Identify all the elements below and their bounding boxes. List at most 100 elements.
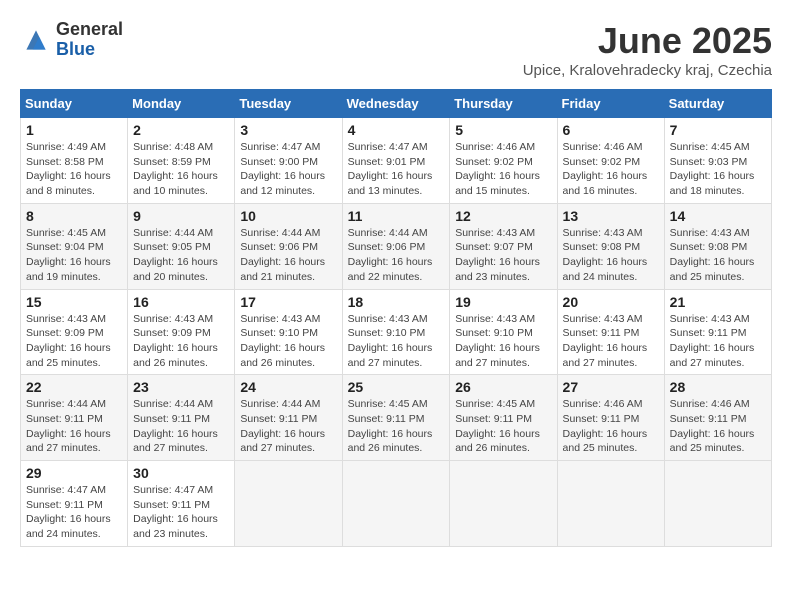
col-monday: Monday (128, 90, 235, 118)
day-info: Sunrise: 4:47 AMSunset: 9:11 PMDaylight:… (133, 484, 218, 540)
day-info: Sunrise: 4:45 AMSunset: 9:11 PMDaylight:… (455, 398, 540, 454)
logo-icon (20, 24, 52, 56)
calendar-cell: 12 Sunrise: 4:43 AMSunset: 9:07 PMDaylig… (450, 203, 557, 289)
day-info: Sunrise: 4:48 AMSunset: 8:59 PMDaylight:… (133, 141, 218, 197)
month-title: June 2025 (523, 20, 772, 62)
calendar-cell (450, 461, 557, 547)
calendar-cell: 14 Sunrise: 4:43 AMSunset: 9:08 PMDaylig… (664, 203, 771, 289)
day-number: 15 (26, 294, 122, 310)
day-info: Sunrise: 4:46 AMSunset: 9:02 PMDaylight:… (563, 141, 648, 197)
day-number: 20 (563, 294, 659, 310)
day-info: Sunrise: 4:43 AMSunset: 9:10 PMDaylight:… (348, 313, 433, 369)
calendar-cell: 6 Sunrise: 4:46 AMSunset: 9:02 PMDayligh… (557, 118, 664, 204)
day-number: 2 (133, 122, 229, 138)
logo-text: General Blue (56, 20, 123, 60)
day-number: 21 (670, 294, 766, 310)
day-info: Sunrise: 4:44 AMSunset: 9:05 PMDaylight:… (133, 227, 218, 283)
col-friday: Friday (557, 90, 664, 118)
day-info: Sunrise: 4:43 AMSunset: 9:09 PMDaylight:… (133, 313, 218, 369)
calendar-cell (557, 461, 664, 547)
day-number: 9 (133, 208, 229, 224)
calendar-cell: 8 Sunrise: 4:45 AMSunset: 9:04 PMDayligh… (21, 203, 128, 289)
day-number: 16 (133, 294, 229, 310)
col-saturday: Saturday (664, 90, 771, 118)
day-info: Sunrise: 4:43 AMSunset: 9:09 PMDaylight:… (26, 313, 111, 369)
calendar-cell: 3 Sunrise: 4:47 AMSunset: 9:00 PMDayligh… (235, 118, 342, 204)
calendar-cell: 25 Sunrise: 4:45 AMSunset: 9:11 PMDaylig… (342, 375, 450, 461)
day-info: Sunrise: 4:44 AMSunset: 9:06 PMDaylight:… (348, 227, 433, 283)
day-info: Sunrise: 4:45 AMSunset: 9:03 PMDaylight:… (670, 141, 755, 197)
logo-blue: Blue (56, 40, 123, 60)
calendar-cell: 4 Sunrise: 4:47 AMSunset: 9:01 PMDayligh… (342, 118, 450, 204)
col-wednesday: Wednesday (342, 90, 450, 118)
location-subtitle: Upice, Kralovehradecky kraj, Czechia (523, 62, 772, 79)
day-number: 7 (670, 122, 766, 138)
day-info: Sunrise: 4:47 AMSunset: 9:01 PMDaylight:… (348, 141, 433, 197)
calendar-cell: 19 Sunrise: 4:43 AMSunset: 9:10 PMDaylig… (450, 289, 557, 375)
day-info: Sunrise: 4:44 AMSunset: 9:06 PMDaylight:… (240, 227, 325, 283)
day-number: 6 (563, 122, 659, 138)
calendar-table: Sunday Monday Tuesday Wednesday Thursday… (20, 89, 772, 547)
page-header: General Blue June 2025 Upice, Kralovehra… (20, 20, 772, 79)
calendar-cell: 17 Sunrise: 4:43 AMSunset: 9:10 PMDaylig… (235, 289, 342, 375)
calendar-cell: 10 Sunrise: 4:44 AMSunset: 9:06 PMDaylig… (235, 203, 342, 289)
calendar-row: 8 Sunrise: 4:45 AMSunset: 9:04 PMDayligh… (21, 203, 772, 289)
day-info: Sunrise: 4:49 AMSunset: 8:58 PMDaylight:… (26, 141, 111, 197)
day-number: 30 (133, 465, 229, 481)
day-info: Sunrise: 4:43 AMSunset: 9:08 PMDaylight:… (563, 227, 648, 283)
day-info: Sunrise: 4:46 AMSunset: 9:02 PMDaylight:… (455, 141, 540, 197)
day-number: 24 (240, 379, 336, 395)
calendar-cell: 27 Sunrise: 4:46 AMSunset: 9:11 PMDaylig… (557, 375, 664, 461)
day-number: 13 (563, 208, 659, 224)
day-info: Sunrise: 4:43 AMSunset: 9:10 PMDaylight:… (455, 313, 540, 369)
day-number: 17 (240, 294, 336, 310)
day-number: 1 (26, 122, 122, 138)
day-info: Sunrise: 4:44 AMSunset: 9:11 PMDaylight:… (133, 398, 218, 454)
day-number: 8 (26, 208, 122, 224)
calendar-cell (235, 461, 342, 547)
day-info: Sunrise: 4:43 AMSunset: 9:11 PMDaylight:… (670, 313, 755, 369)
col-thursday: Thursday (450, 90, 557, 118)
logo: General Blue (20, 20, 123, 60)
day-info: Sunrise: 4:43 AMSunset: 9:11 PMDaylight:… (563, 313, 648, 369)
calendar-cell: 2 Sunrise: 4:48 AMSunset: 8:59 PMDayligh… (128, 118, 235, 204)
calendar-cell: 30 Sunrise: 4:47 AMSunset: 9:11 PMDaylig… (128, 461, 235, 547)
calendar-cell: 22 Sunrise: 4:44 AMSunset: 9:11 PMDaylig… (21, 375, 128, 461)
day-info: Sunrise: 4:45 AMSunset: 9:11 PMDaylight:… (348, 398, 433, 454)
calendar-cell: 20 Sunrise: 4:43 AMSunset: 9:11 PMDaylig… (557, 289, 664, 375)
day-number: 23 (133, 379, 229, 395)
calendar-cell: 9 Sunrise: 4:44 AMSunset: 9:05 PMDayligh… (128, 203, 235, 289)
day-info: Sunrise: 4:47 AMSunset: 9:00 PMDaylight:… (240, 141, 325, 197)
title-area: June 2025 Upice, Kralovehradecky kraj, C… (523, 20, 772, 79)
calendar-cell: 28 Sunrise: 4:46 AMSunset: 9:11 PMDaylig… (664, 375, 771, 461)
calendar-cell: 5 Sunrise: 4:46 AMSunset: 9:02 PMDayligh… (450, 118, 557, 204)
day-number: 12 (455, 208, 551, 224)
calendar-cell: 29 Sunrise: 4:47 AMSunset: 9:11 PMDaylig… (21, 461, 128, 547)
day-info: Sunrise: 4:47 AMSunset: 9:11 PMDaylight:… (26, 484, 111, 540)
day-info: Sunrise: 4:46 AMSunset: 9:11 PMDaylight:… (670, 398, 755, 454)
calendar-cell: 1 Sunrise: 4:49 AMSunset: 8:58 PMDayligh… (21, 118, 128, 204)
day-number: 5 (455, 122, 551, 138)
calendar-cell: 11 Sunrise: 4:44 AMSunset: 9:06 PMDaylig… (342, 203, 450, 289)
col-tuesday: Tuesday (235, 90, 342, 118)
day-info: Sunrise: 4:43 AMSunset: 9:10 PMDaylight:… (240, 313, 325, 369)
calendar-cell (342, 461, 450, 547)
day-info: Sunrise: 4:44 AMSunset: 9:11 PMDaylight:… (26, 398, 111, 454)
header-row: Sunday Monday Tuesday Wednesday Thursday… (21, 90, 772, 118)
calendar-cell: 24 Sunrise: 4:44 AMSunset: 9:11 PMDaylig… (235, 375, 342, 461)
calendar-row: 22 Sunrise: 4:44 AMSunset: 9:11 PMDaylig… (21, 375, 772, 461)
calendar-cell: 23 Sunrise: 4:44 AMSunset: 9:11 PMDaylig… (128, 375, 235, 461)
day-number: 14 (670, 208, 766, 224)
calendar-cell: 16 Sunrise: 4:43 AMSunset: 9:09 PMDaylig… (128, 289, 235, 375)
logo-general: General (56, 20, 123, 40)
day-info: Sunrise: 4:43 AMSunset: 9:07 PMDaylight:… (455, 227, 540, 283)
day-number: 26 (455, 379, 551, 395)
day-number: 27 (563, 379, 659, 395)
day-number: 19 (455, 294, 551, 310)
calendar-row: 29 Sunrise: 4:47 AMSunset: 9:11 PMDaylig… (21, 461, 772, 547)
day-info: Sunrise: 4:43 AMSunset: 9:08 PMDaylight:… (670, 227, 755, 283)
day-number: 29 (26, 465, 122, 481)
day-info: Sunrise: 4:45 AMSunset: 9:04 PMDaylight:… (26, 227, 111, 283)
col-sunday: Sunday (21, 90, 128, 118)
day-number: 11 (348, 208, 445, 224)
